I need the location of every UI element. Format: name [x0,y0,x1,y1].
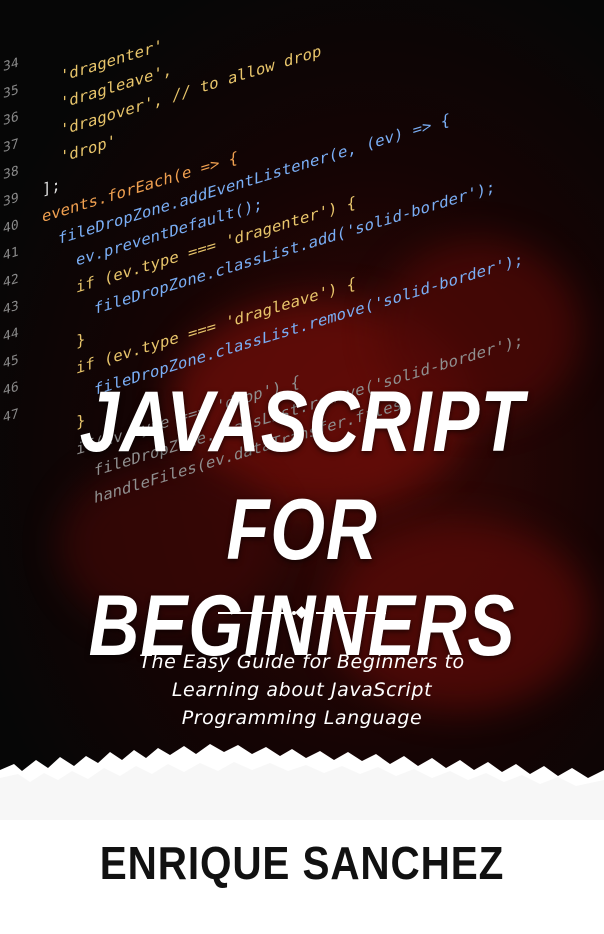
torn-paper-edge [0,744,604,820]
ornament-divider [218,606,386,620]
subtitle-line3: Programming Language [181,707,423,729]
book-cover: 34 'dragenter' 35 'dragleave', 36 'drago… [0,0,604,934]
author-name: ENRIQUE SANCHEZ [99,837,505,889]
line-number [3,478,29,486]
book-title-line1: JAVASCRIPT [79,374,525,470]
subtitle-line1: The Easy Guide for Beginners to [139,651,465,673]
subtitle-line2: Learning about JavaScript [171,679,433,701]
book-title-line2: FOR BEGINNERS [88,482,516,674]
diamond-icon [295,606,308,619]
